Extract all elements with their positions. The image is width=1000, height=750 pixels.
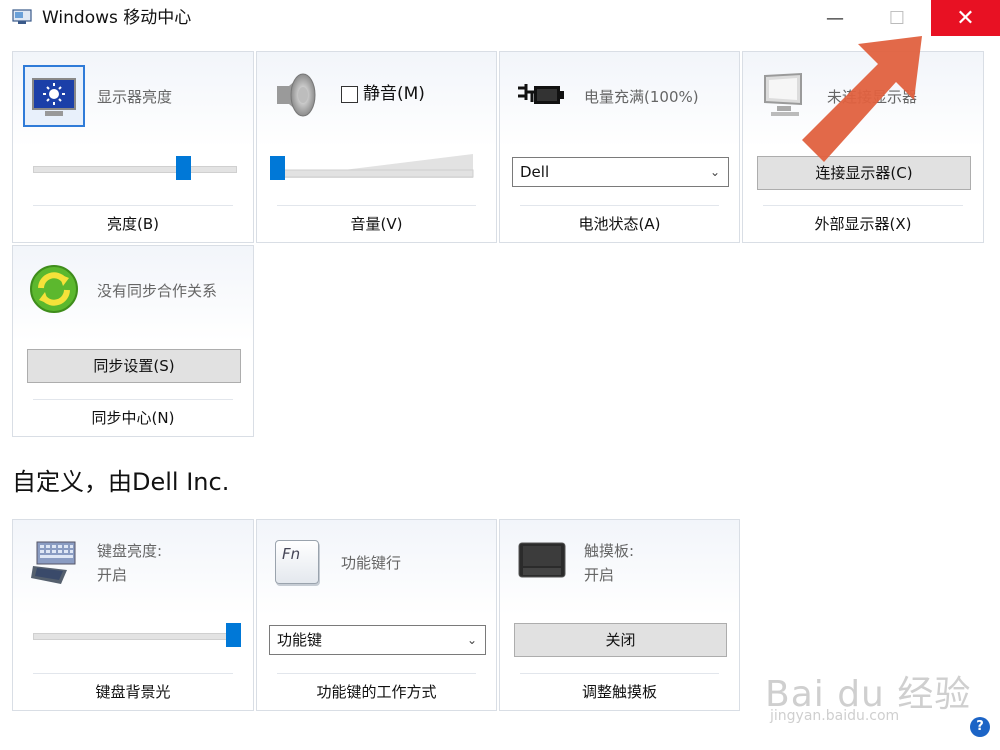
- window-title: Windows 移动中心: [42, 8, 192, 28]
- battery-status-label: 电量充满(100%): [584, 88, 699, 106]
- keyboard-backlight-slider[interactable]: [33, 633, 237, 640]
- tile-touchpad: 触摸板: 开启 关闭 调整触摸板: [499, 519, 740, 711]
- volume-slider[interactable]: [279, 152, 475, 182]
- fn-key-glyph: Fn: [282, 545, 301, 563]
- fn-key-footer: 功能键的工作方式: [316, 683, 437, 701]
- brightness-footer: 亮度(B): [107, 215, 159, 233]
- watermark-url: jingyan.baidu.com: [770, 708, 900, 724]
- close-button[interactable]: ✕: [931, 0, 1000, 36]
- keyboard-laptop-icon: [31, 541, 76, 584]
- speaker-icon: [277, 73, 316, 117]
- sync-footer: 同步中心(N): [91, 409, 175, 427]
- brightness-slider[interactable]: [33, 166, 237, 173]
- sync-icon: [30, 265, 78, 313]
- tile-function-keys: Fn 功能键行 功能键 ⌄ 功能键的工作方式: [256, 519, 497, 711]
- sync-status-label: 没有同步合作关系: [97, 282, 218, 300]
- external-display-footer: 外部显示器(X): [814, 215, 912, 233]
- help-button[interactable]: ?: [970, 717, 990, 737]
- mute-checkbox[interactable]: [341, 86, 358, 103]
- mute-label[interactable]: 静音(M): [363, 83, 425, 105]
- tile-sync-center: 没有同步合作关系 同步设置(S) 同步中心(N): [12, 245, 254, 437]
- keyboard-backlight-slider-thumb[interactable]: [226, 623, 241, 647]
- fn-key-dropdown-value: 功能键: [277, 631, 323, 649]
- section-header: 自定义，由Dell Inc.: [12, 468, 230, 496]
- power-plan-dropdown[interactable]: Dell ⌄: [512, 157, 729, 187]
- annotation-arrow-icon: [802, 36, 922, 162]
- touchpad-off-button[interactable]: 关闭: [514, 623, 727, 657]
- tile-display-brightness: 显示器亮度 亮度(B): [12, 51, 254, 243]
- power-plan-value: Dell: [520, 163, 550, 181]
- keyboard-brightness-label: 键盘亮度:: [97, 542, 163, 560]
- fn-key-dropdown[interactable]: 功能键 ⌄: [269, 625, 486, 655]
- fn-key-icon: Fn: [275, 540, 319, 584]
- volume-slider-thumb[interactable]: [270, 156, 285, 180]
- tile-battery: 电量充满(100%) Dell ⌄ 电池状态(A): [499, 51, 740, 243]
- touchpad-status: 开启: [584, 566, 615, 584]
- touchpad-icon: [518, 542, 566, 578]
- battery-footer: 电池状态(A): [578, 215, 661, 233]
- keyboard-footer: 键盘背景光: [95, 683, 171, 701]
- display-brightness-label: 显示器亮度: [97, 88, 173, 106]
- sync-settings-button[interactable]: 同步设置(S): [27, 349, 241, 383]
- tile-keyboard-backlight: 键盘亮度: 开启 键盘背景光: [12, 519, 254, 711]
- volume-footer: 音量(V): [350, 215, 403, 233]
- display-brightness-icon: [23, 65, 85, 127]
- touchpad-label: 触摸板:: [584, 542, 635, 560]
- battery-plug-icon: [518, 84, 564, 104]
- keyboard-brightness-status: 开启: [97, 566, 128, 584]
- brightness-slider-thumb[interactable]: [176, 156, 191, 180]
- touchpad-footer: 调整触摸板: [581, 683, 657, 701]
- mobility-center-icon: [12, 9, 32, 24]
- fn-key-label: 功能键行: [341, 554, 402, 572]
- chevron-down-icon: ⌄: [709, 165, 720, 179]
- tile-volume: 静音(M) 音量(V): [256, 51, 497, 243]
- chevron-down-icon: ⌄: [466, 633, 477, 647]
